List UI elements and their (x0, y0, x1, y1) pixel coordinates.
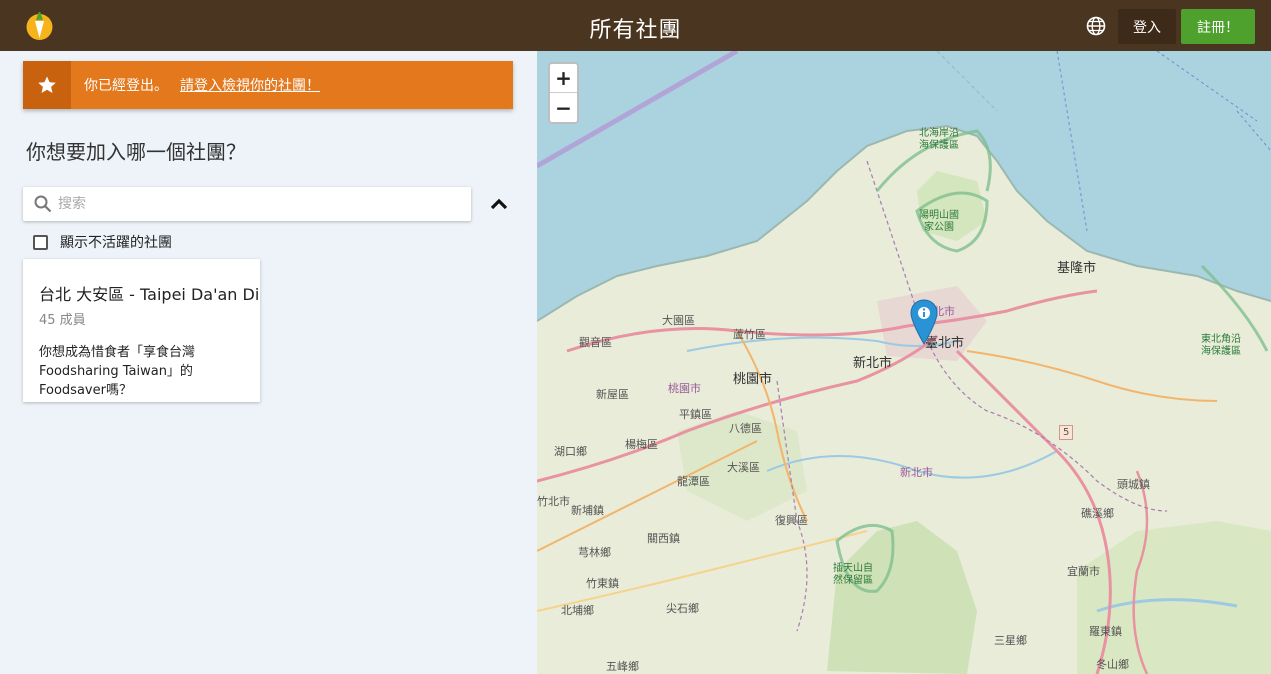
map-label-luodong: 羅東鎮 (1089, 625, 1122, 638)
login-button[interactable]: 登入 (1118, 9, 1176, 44)
map-label-sanxing: 三星鄉 (994, 634, 1027, 647)
show-inactive-checkbox[interactable] (33, 234, 48, 250)
chevron-up-icon[interactable] (488, 194, 510, 214)
map-label-xinwu: 新屋區 (596, 388, 629, 401)
language-globe-icon[interactable] (1086, 16, 1106, 36)
map-label-dayuan: 大園區 (662, 314, 695, 327)
group-description: 你想成為惜食者「享食台灣 Foodsharing Taiwan」的 Foodsa… (39, 345, 196, 398)
map-label-beipu: 北埔鄉 (561, 604, 594, 617)
map-label-yangming: 陽明山國 家公園 (919, 210, 959, 233)
notice-login-link[interactable]: 請登入檢視你的社團！ (180, 75, 320, 95)
map-label-yilan: 宜蘭市 (1067, 565, 1100, 578)
group-card[interactable]: 台北 大安區 - Taipei Da'an District 45 成員 你想成… (23, 259, 260, 402)
search-icon (34, 195, 52, 213)
search-input[interactable] (58, 196, 438, 212)
map-label-taoyuan: 桃園市 (733, 372, 773, 387)
signup-button[interactable]: 註冊！ (1181, 9, 1255, 44)
map-label-zhudong: 竹東鎮 (586, 577, 619, 590)
map-label-fuxing: 復興區 (775, 514, 808, 527)
map-label-pingzhen: 平鎮區 (679, 408, 712, 421)
map-label-beihai: 北海岸沿 海保護區 (919, 128, 959, 151)
map-label-newtaipei: 新北市 (853, 356, 893, 371)
map-tiles[interactable] (537, 51, 1271, 674)
notice-icon-box (23, 61, 71, 109)
map-label-bade: 八德區 (729, 422, 762, 435)
map-label-keelung: 基隆市 (1057, 261, 1097, 276)
map-label-dongshan: 冬山鄉 (1096, 658, 1129, 671)
map-label-daxi: 大溪區 (727, 461, 760, 474)
map-label-chatian: 插天山自 然保留區 (833, 563, 873, 586)
map-label-jianshi: 尖石鄉 (666, 602, 699, 615)
page-title: 所有社團 (589, 18, 682, 43)
map-label-luzhu: 蘆竹區 (733, 328, 766, 341)
top-navbar: 所有社團 登入 註冊！ (0, 0, 1271, 51)
zoom-in-button[interactable]: + (550, 64, 577, 93)
search-box (23, 187, 471, 221)
map-label-taoyuan-small: 桃園市 (668, 382, 701, 395)
map-label-newtaipei-district: 新北市 (900, 466, 933, 479)
map-label-qionglin: 芎林鄉 (578, 546, 611, 559)
zoom-control: + − (548, 62, 579, 124)
map-view[interactable]: + − 北海岸沿 海保護區 陽明山國 家公園 基隆市 北市 臺北市 新北市 新北市 … (537, 51, 1271, 674)
map-label-xinpu: 新埔鎮 (571, 504, 604, 517)
group-name: 台北 大安區 - Taipei Da'an District (39, 285, 260, 304)
logged-out-notice: 你已經登出。 請登入檢視你的社團！ (23, 61, 513, 109)
map-label-guanxi: 關西鎮 (647, 532, 680, 545)
map-route-5-shield: 5 (1059, 425, 1074, 440)
map-label-guanyin: 觀音區 (579, 336, 612, 349)
star-icon (38, 76, 56, 93)
map-label-dongbei: 東北角沿 海保護區 (1201, 334, 1241, 357)
group-member-count: 45 成員 (39, 313, 86, 328)
show-inactive-label: 顯示不活躍的社團 (60, 235, 172, 251)
map-label-hukou: 湖口鄉 (554, 445, 587, 458)
show-inactive-toggle: 顯示不活躍的社團 (33, 232, 172, 252)
map-label-yangmei: 楊梅區 (625, 438, 658, 451)
join-question-heading: 你想要加入哪一個社團？ (26, 140, 246, 164)
map-label-zhubei: 竹北市 (537, 495, 570, 508)
map-label-wufeng: 五峰鄉 (606, 660, 639, 673)
group-location-marker-icon[interactable] (910, 299, 938, 345)
map-label-longtan: 龍潭區 (677, 475, 710, 488)
zoom-out-button[interactable]: − (550, 93, 577, 122)
notice-text: 你已經登出。 (84, 78, 168, 94)
map-label-toucheng: 頭城鎮 (1117, 478, 1150, 491)
map-label-jiaoxi: 礁溪鄉 (1081, 507, 1114, 520)
group-list-sidebar: 你已經登出。 請登入檢視你的社團！ 你想要加入哪一個社團？ 顯示不活躍的社團 台… (0, 51, 537, 674)
